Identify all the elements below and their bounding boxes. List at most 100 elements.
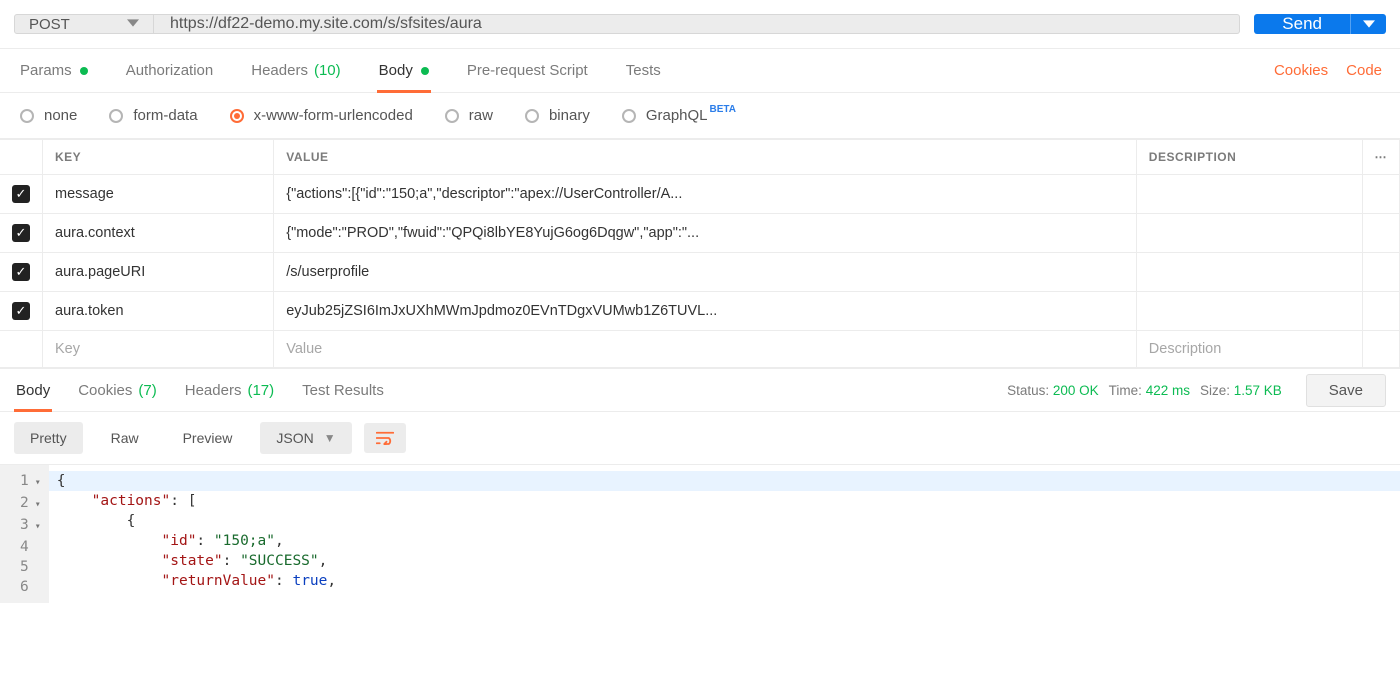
pill-label: Preview xyxy=(183,430,233,446)
cell-key[interactable]: aura.pageURI xyxy=(43,253,274,292)
col-description: DESCRIPTION xyxy=(1136,140,1362,175)
checkbox-icon[interactable]: ✓ xyxy=(12,224,30,242)
cell-desc-placeholder[interactable]: Description xyxy=(1136,331,1362,368)
radio-label: GraphQL xyxy=(646,107,708,124)
cell-description[interactable] xyxy=(1136,175,1362,214)
cell-more xyxy=(1362,253,1400,292)
resp-tab-headers[interactable]: Headers(17) xyxy=(183,369,276,411)
cell-more xyxy=(1362,292,1400,331)
col-value: VALUE xyxy=(274,140,1137,175)
cell-value[interactable]: {"mode":"PROD","fwuid":"QPQi8lbYE8YujG6o… xyxy=(274,214,1137,253)
cell-value[interactable]: eyJub25jZSI6ImJxUXhMWmJpdmoz0EVnTDgxVUMw… xyxy=(274,292,1137,331)
save-response-button[interactable]: Save xyxy=(1306,374,1386,407)
body-type-radios: none form-data x-www-form-urlencoded raw… xyxy=(0,93,1400,139)
chevron-down-icon: ▼ xyxy=(324,431,336,445)
tab-label: Headers xyxy=(251,62,308,79)
radio-label: x-www-form-urlencoded xyxy=(254,107,413,124)
send-group: Send xyxy=(1254,14,1386,34)
cell-key[interactable]: aura.context xyxy=(43,214,274,253)
radio-icon xyxy=(525,109,539,123)
cell-key[interactable]: aura.token xyxy=(43,292,274,331)
send-split-button[interactable] xyxy=(1350,14,1386,34)
body-type-raw[interactable]: raw xyxy=(445,107,493,124)
json-line: "actions": [ xyxy=(49,491,1400,511)
checkbox-icon[interactable]: ✓ xyxy=(12,302,30,320)
radio-icon xyxy=(230,109,244,123)
pill-label: Raw xyxy=(111,430,139,446)
url-text: https://df22-demo.my.site.com/s/sfsites/… xyxy=(170,15,482,33)
view-pretty[interactable]: Pretty xyxy=(14,422,83,454)
cell-value[interactable]: /s/userprofile xyxy=(274,253,1137,292)
resp-tab-cookies[interactable]: Cookies(7) xyxy=(76,369,159,411)
cell-value-placeholder[interactable]: Value xyxy=(274,331,1137,368)
table-row[interactable]: ✓ aura.context{"mode":"PROD","fwuid":"QPQ… xyxy=(0,214,1400,253)
checkbox-icon[interactable]: ✓ xyxy=(12,263,30,281)
wrap-toggle[interactable] xyxy=(364,423,406,453)
tab-pre-request[interactable]: Pre-request Script xyxy=(465,49,590,92)
dot-icon xyxy=(421,67,429,75)
tab-body[interactable]: Body xyxy=(377,49,431,92)
cell-description[interactable] xyxy=(1136,214,1362,253)
tab-label: Tests xyxy=(626,62,661,79)
json-line: { xyxy=(49,511,1400,531)
response-toolbar: Pretty Raw Preview JSON ▼ xyxy=(0,412,1400,464)
size-meta: Size: 1.57 KB xyxy=(1200,383,1282,398)
cell-description[interactable] xyxy=(1136,253,1362,292)
format-select[interactable]: JSON ▼ xyxy=(260,422,351,454)
form-params-table: KEY VALUE DESCRIPTION ⋯ ✓ message{"action… xyxy=(0,139,1400,368)
body-type-none[interactable]: none xyxy=(20,107,77,124)
view-raw[interactable]: Raw xyxy=(95,422,155,454)
tab-params[interactable]: Params xyxy=(18,49,90,92)
code-area[interactable]: { "actions": [ { "id": "150;a", "state":… xyxy=(49,465,1400,603)
wrap-icon xyxy=(376,431,394,445)
cell-more xyxy=(1362,214,1400,253)
body-type-binary[interactable]: binary xyxy=(525,107,590,124)
response-tabs: Body Cookies(7) Headers(17) Test Results… xyxy=(0,368,1400,412)
resp-tab-body[interactable]: Body xyxy=(14,369,52,411)
tab-headers[interactable]: Headers (10) xyxy=(249,49,342,92)
cell-key[interactable]: message xyxy=(43,175,274,214)
col-key: KEY xyxy=(43,140,274,175)
radio-icon xyxy=(622,109,636,123)
body-type-graphql[interactable]: GraphQLBETA xyxy=(622,107,736,124)
table-row[interactable]: ✓ message{"actions":[{"id":"150;a","descr… xyxy=(0,175,1400,214)
time-meta: Time: 422 ms xyxy=(1109,383,1190,398)
tab-tests[interactable]: Tests xyxy=(624,49,663,92)
cell-more xyxy=(1362,175,1400,214)
tab-label: Authorization xyxy=(126,62,214,79)
body-type-urlencoded[interactable]: x-www-form-urlencoded xyxy=(230,107,413,124)
tab-label: Pre-request Script xyxy=(467,62,588,79)
view-preview[interactable]: Preview xyxy=(167,422,249,454)
table-row[interactable]: ✓ aura.tokeneyJub25jZSI6ImJxUXhMWmJpdmoz0… xyxy=(0,292,1400,331)
table-row-placeholder[interactable]: KeyValueDescription xyxy=(0,331,1400,368)
json-line: "returnValue": true, xyxy=(49,571,1400,591)
url-input[interactable]: https://df22-demo.my.site.com/s/sfsites/… xyxy=(154,14,1240,34)
tab-label: Cookies xyxy=(78,382,132,399)
body-type-formdata[interactable]: form-data xyxy=(109,107,197,124)
tab-label: Test Results xyxy=(302,382,384,399)
pill-label: JSON xyxy=(276,430,313,446)
table-row[interactable]: ✓ aura.pageURI/s/userprofile xyxy=(0,253,1400,292)
resp-tab-tests[interactable]: Test Results xyxy=(300,369,386,411)
dot-icon xyxy=(80,67,88,75)
col-more[interactable]: ⋯ xyxy=(1362,140,1400,175)
tab-authorization[interactable]: Authorization xyxy=(124,49,216,92)
radio-label: none xyxy=(44,107,77,124)
cell-value[interactable]: {"actions":[{"id":"150;a","descriptor":"… xyxy=(274,175,1137,214)
headers-count: (17) xyxy=(247,382,274,399)
code-link[interactable]: Code xyxy=(1346,62,1382,79)
json-line: "state": "SUCCESS", xyxy=(49,551,1400,571)
radio-label: binary xyxy=(549,107,590,124)
radio-label: form-data xyxy=(133,107,197,124)
cookies-link[interactable]: Cookies xyxy=(1274,62,1328,79)
send-button[interactable]: Send xyxy=(1254,14,1350,34)
tab-label: Body xyxy=(16,382,50,399)
line-gutter: 1▾2▾3▾456 xyxy=(0,465,49,603)
radio-label: raw xyxy=(469,107,493,124)
beta-badge: BETA xyxy=(710,104,736,115)
method-select[interactable]: POST xyxy=(14,14,154,34)
checkbox-icon[interactable]: ✓ xyxy=(12,185,30,203)
method-label: POST xyxy=(29,16,70,33)
cell-description[interactable] xyxy=(1136,292,1362,331)
cell-key-placeholder[interactable]: Key xyxy=(43,331,274,368)
